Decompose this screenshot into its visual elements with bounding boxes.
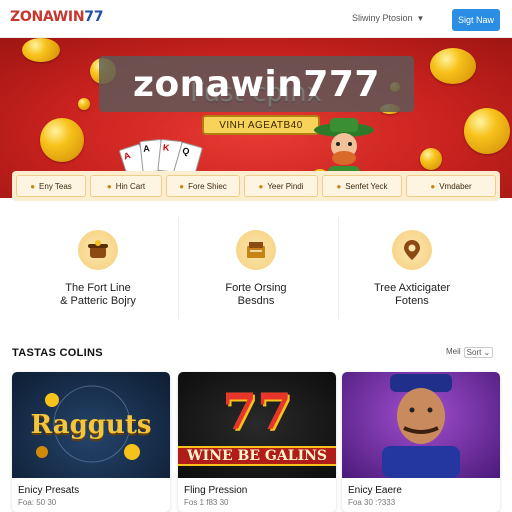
sort-label: Meil <box>446 347 461 356</box>
pot-icon <box>78 230 118 270</box>
coin-icon: ● <box>30 181 36 191</box>
game-name: Enicy Eaere <box>348 485 402 496</box>
site-logo[interactable]: ZONAWIN77 <box>10 9 103 25</box>
feature-label: Tree Axticigater Fotens <box>373 282 450 307</box>
coin-icon: ● <box>258 181 264 191</box>
section-title: TASTAS COLINS <box>12 347 103 359</box>
feature-item[interactable]: Forte Orsing Besdns <box>176 208 336 330</box>
sort-value: Sort <box>466 348 482 357</box>
tab-label: Fore Shiec <box>188 181 227 191</box>
category-tab-bar: ● Eny Teas ● Hin Cart ● Fore Shiec ● Yee… <box>12 171 500 201</box>
game-thumbnail: Ragguts <box>12 372 170 478</box>
site-title-overlay: zonawin777 <box>99 56 414 112</box>
logo-text-part2: 77 <box>84 9 104 25</box>
nav-dropdown[interactable]: Sliwiny Ptosion ▼ <box>352 13 424 23</box>
coin-icon: ● <box>106 181 112 191</box>
coin-icon: ● <box>430 181 436 191</box>
game-title-art: Ragguts <box>30 410 152 440</box>
tab-label: Vmdaber <box>439 181 472 191</box>
tab-category-6[interactable]: ● Vmdaber <box>406 175 496 197</box>
coin-icon <box>420 148 442 170</box>
location-icon <box>392 230 432 270</box>
tab-category-1[interactable]: ● Eny Teas <box>16 175 86 197</box>
nav-dropdown-label: Sliwiny Ptosion <box>352 13 413 23</box>
feature-label: The Fort Line & Patteric Bojry <box>60 282 136 307</box>
game-card[interactable]: 77 WINE BE GALINS Fling Pression Fos 1 f… <box>178 372 336 512</box>
coin-icon: ● <box>179 181 185 191</box>
chevron-down-icon: ⌄ <box>483 348 491 357</box>
game-title-art: WINE BE GALINS <box>178 446 336 466</box>
tab-label: Senfet Yeck <box>345 181 388 191</box>
coin-icon <box>40 118 84 162</box>
game-meta: Foa: 50 30 <box>18 498 57 507</box>
feature-label: Forte Orsing Besdns <box>225 282 287 307</box>
game-meta: Foa 30 :?333 <box>348 498 396 507</box>
game-thumbnail <box>342 372 500 478</box>
tab-category-4[interactable]: ● Yeer Pindi <box>244 175 318 197</box>
features-row: The Fort Line & Patteric Bojry Forte Ors… <box>12 208 500 330</box>
tab-category-3[interactable]: ● Fore Shiec <box>166 175 240 197</box>
tab-category-2[interactable]: ● Hin Cart <box>90 175 162 197</box>
character-portrait <box>382 374 460 478</box>
game-meta: Fos 1 f83 30 <box>184 498 229 507</box>
sign-up-button[interactable]: Sigt Naw <box>452 9 500 31</box>
coin-icon: ● <box>336 181 342 191</box>
chevron-down-icon: ▼ <box>416 13 425 23</box>
feature-item[interactable]: Tree Axticigater Fotens <box>332 208 492 330</box>
tab-category-5[interactable]: ● Senfet Yeck <box>322 175 402 197</box>
game-name: Enicy Presats <box>18 485 80 496</box>
sort-control[interactable]: Meil Sort ⌄ <box>446 347 494 358</box>
coin-icon <box>22 38 60 62</box>
box-icon <box>236 230 276 270</box>
logo-text-part1: ZONAWIN <box>10 9 85 25</box>
feature-item[interactable]: The Fort Line & Patteric Bojry <box>18 208 178 330</box>
top-header: ZONAWIN77 Sliwiny Ptosion ▼ Sigt Naw <box>0 0 512 38</box>
sort-select[interactable]: Sort ⌄ <box>463 347 494 358</box>
tab-label: Eny Teas <box>39 181 72 191</box>
game-card[interactable]: Enicy Eaere Foa 30 :?333 <box>342 372 500 512</box>
coin-icon <box>464 108 510 154</box>
game-name: Fling Pression <box>184 485 248 496</box>
game-thumbnail: 77 WINE BE GALINS <box>178 372 336 478</box>
tab-label: Yeer Pindi <box>267 181 304 191</box>
tab-label: Hin Cart <box>115 181 146 191</box>
game-card[interactable]: Ragguts Enicy Presats Foa: 50 30 <box>12 372 170 512</box>
game-badge-art: 77 <box>222 382 292 441</box>
